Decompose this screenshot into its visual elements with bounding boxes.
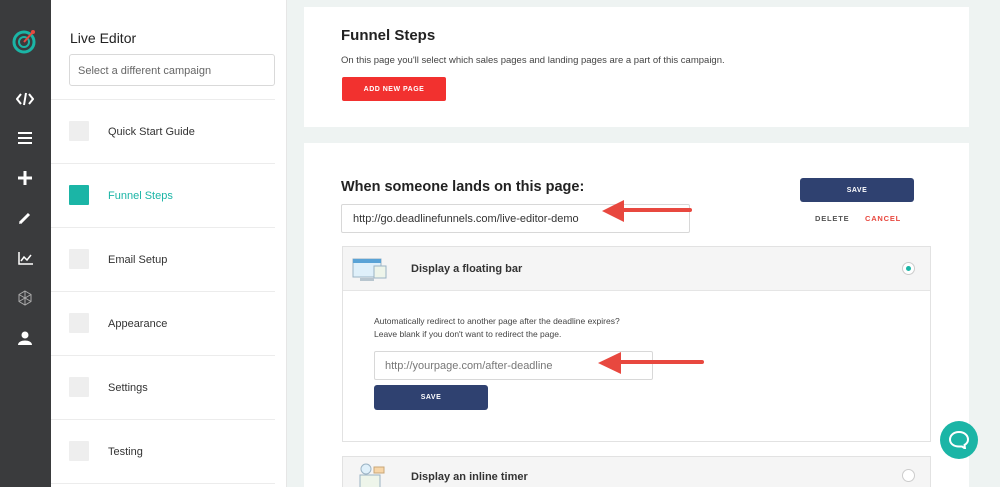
floating-bar-option: Display a floating bar Automatically red…	[342, 246, 931, 442]
inline-timer-icon	[359, 463, 385, 487]
cancel-link[interactable]: CANCEL	[865, 214, 901, 223]
hexagon-icon[interactable]	[15, 288, 35, 308]
logo-icon[interactable]	[12, 28, 38, 54]
plus-icon[interactable]	[15, 168, 35, 188]
sidebar-item-label: Settings	[108, 382, 148, 394]
option-label: Display an inline timer	[411, 471, 528, 483]
option-radio-selected[interactable]	[902, 262, 915, 275]
sidebar-item-testing[interactable]: Testing	[51, 419, 275, 483]
annotation-arrow-icon	[602, 200, 692, 222]
sidebar-item-email-setup[interactable]: Email Setup	[51, 227, 275, 291]
checkbox-icon	[69, 249, 89, 269]
checkbox-icon	[69, 377, 89, 397]
checkbox-icon	[69, 121, 89, 141]
add-new-page-button[interactable]: ADD NEW PAGE	[342, 77, 446, 101]
save-button[interactable]: SAVE	[800, 178, 914, 202]
code-icon[interactable]	[15, 89, 35, 109]
inline-timer-option[interactable]: Display an inline timer	[342, 456, 931, 487]
floating-bar-icon	[352, 258, 387, 281]
sidebar-item-label: Appearance	[108, 318, 168, 330]
option-label: Display a floating bar	[411, 263, 523, 275]
pencil-icon[interactable]	[15, 208, 35, 228]
chat-bubble-icon	[949, 431, 969, 449]
sidebar-item-funnel-steps[interactable]: Funnel Steps	[51, 163, 275, 227]
checkbox-icon	[69, 441, 89, 461]
page-editor-card: When someone lands on this page: http://…	[304, 143, 969, 487]
page-description: On this page you'll select which sales p…	[341, 55, 725, 66]
redirect-help-text: Leave blank if you don't want to redirec…	[374, 329, 562, 339]
page-heading: When someone lands on this page:	[341, 179, 585, 195]
option-header[interactable]: Display a floating bar	[343, 247, 930, 291]
sidebar-item-label: Funnel Steps	[108, 190, 173, 202]
page-title: Funnel Steps	[341, 27, 436, 44]
annotation-arrow-icon	[598, 352, 704, 374]
chat-button[interactable]	[940, 421, 978, 459]
redirect-save-button[interactable]: SAVE	[374, 385, 488, 410]
redirect-help-text: Automatically redirect to another page a…	[374, 316, 620, 326]
sidebar-title: Live Editor	[70, 30, 137, 46]
checkbox-icon	[69, 313, 89, 333]
sidebar-item-quick-start-guide[interactable]: Quick Start Guide	[51, 99, 275, 163]
icon-rail	[0, 0, 51, 487]
sidebar-item-label: Quick Start Guide	[108, 126, 195, 138]
sidebar: Live Editor Select a different campaign …	[51, 0, 287, 487]
sidebar-item-label: Testing	[108, 446, 143, 458]
sidebar-item-settings[interactable]: Settings	[51, 355, 275, 419]
sidebar-item-appearance[interactable]: Appearance	[51, 291, 275, 355]
option-radio[interactable]	[902, 469, 915, 482]
campaign-select[interactable]: Select a different campaign	[69, 54, 275, 86]
menu-icon[interactable]	[15, 128, 35, 148]
chart-icon[interactable]	[15, 248, 35, 268]
divider	[51, 483, 275, 484]
delete-link[interactable]: DELETE	[815, 214, 849, 223]
user-icon[interactable]	[15, 328, 35, 348]
checkbox-icon	[69, 185, 89, 205]
funnel-steps-card: Funnel Steps On this page you'll select …	[304, 7, 969, 127]
sidebar-item-label: Email Setup	[108, 254, 168, 266]
